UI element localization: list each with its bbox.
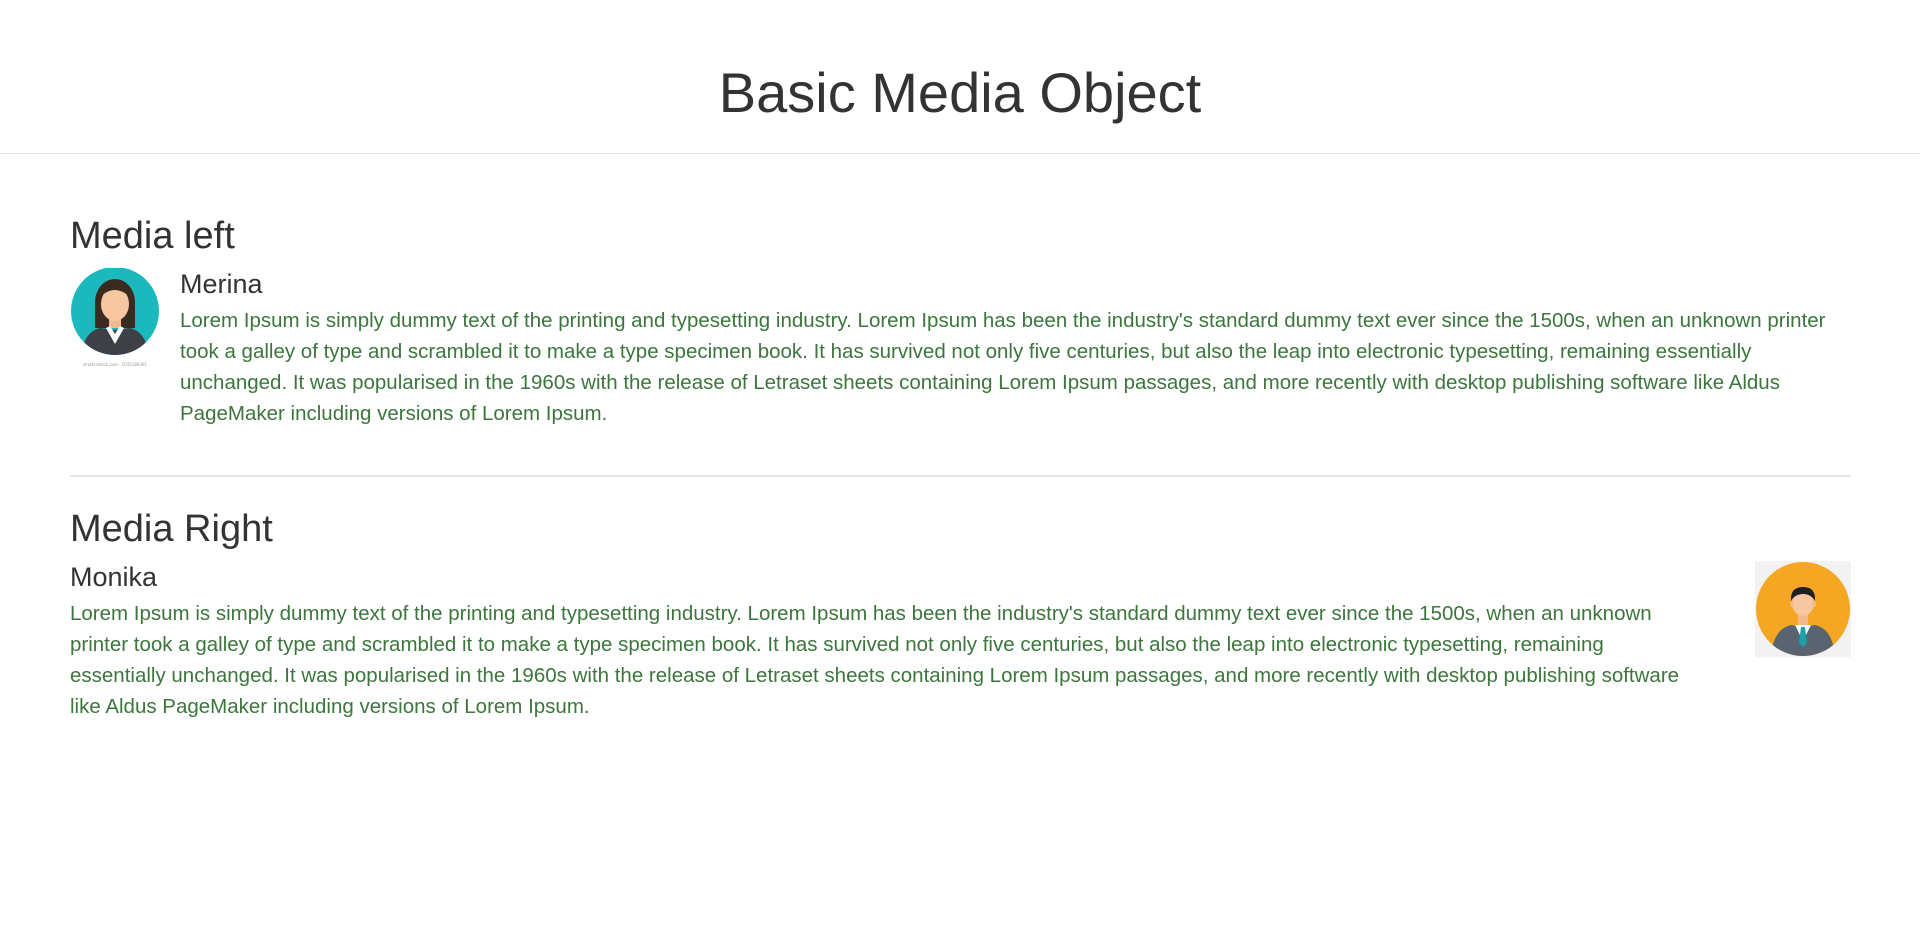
page-title: Basic Media Object [718,61,1202,124]
female-avatar-icon: shutterstock.com · 1035189391 [70,267,160,368]
media-left-section: Media left shutterstock.com · 1035189391… [70,154,1851,429]
media-body-right: Monika Lorem Ipsum is simply dummy text … [70,561,1699,722]
media-heading-monika: Monika [70,562,158,592]
media-left: shutterstock.com · 1035189391 Merina Lor… [70,267,1851,429]
media-right: Monika Lorem Ipsum is simply dummy text … [70,561,1851,722]
media-right-section: Media Right Monika Lorem Ipsum is simply… [70,477,1851,722]
section-heading-media-right: Media Right [70,508,273,550]
svg-text:shutterstock.com · 1035189391: shutterstock.com · 1035189391 [83,362,148,367]
section-heading-media-left: Media left [70,215,235,257]
media-text-left: Lorem Ipsum is simply dummy text of the … [180,309,1826,425]
media-text-right: Lorem Ipsum is simply dummy text of the … [70,602,1680,718]
media-body-left: Merina Lorem Ipsum is simply dummy text … [180,268,1851,429]
page-header: Basic Media Object [0,0,1920,154]
main-content: Media left shutterstock.com · 1035189391… [70,154,1851,722]
male-avatar-icon [1755,561,1851,657]
media-heading-merina: Merina [180,269,263,299]
